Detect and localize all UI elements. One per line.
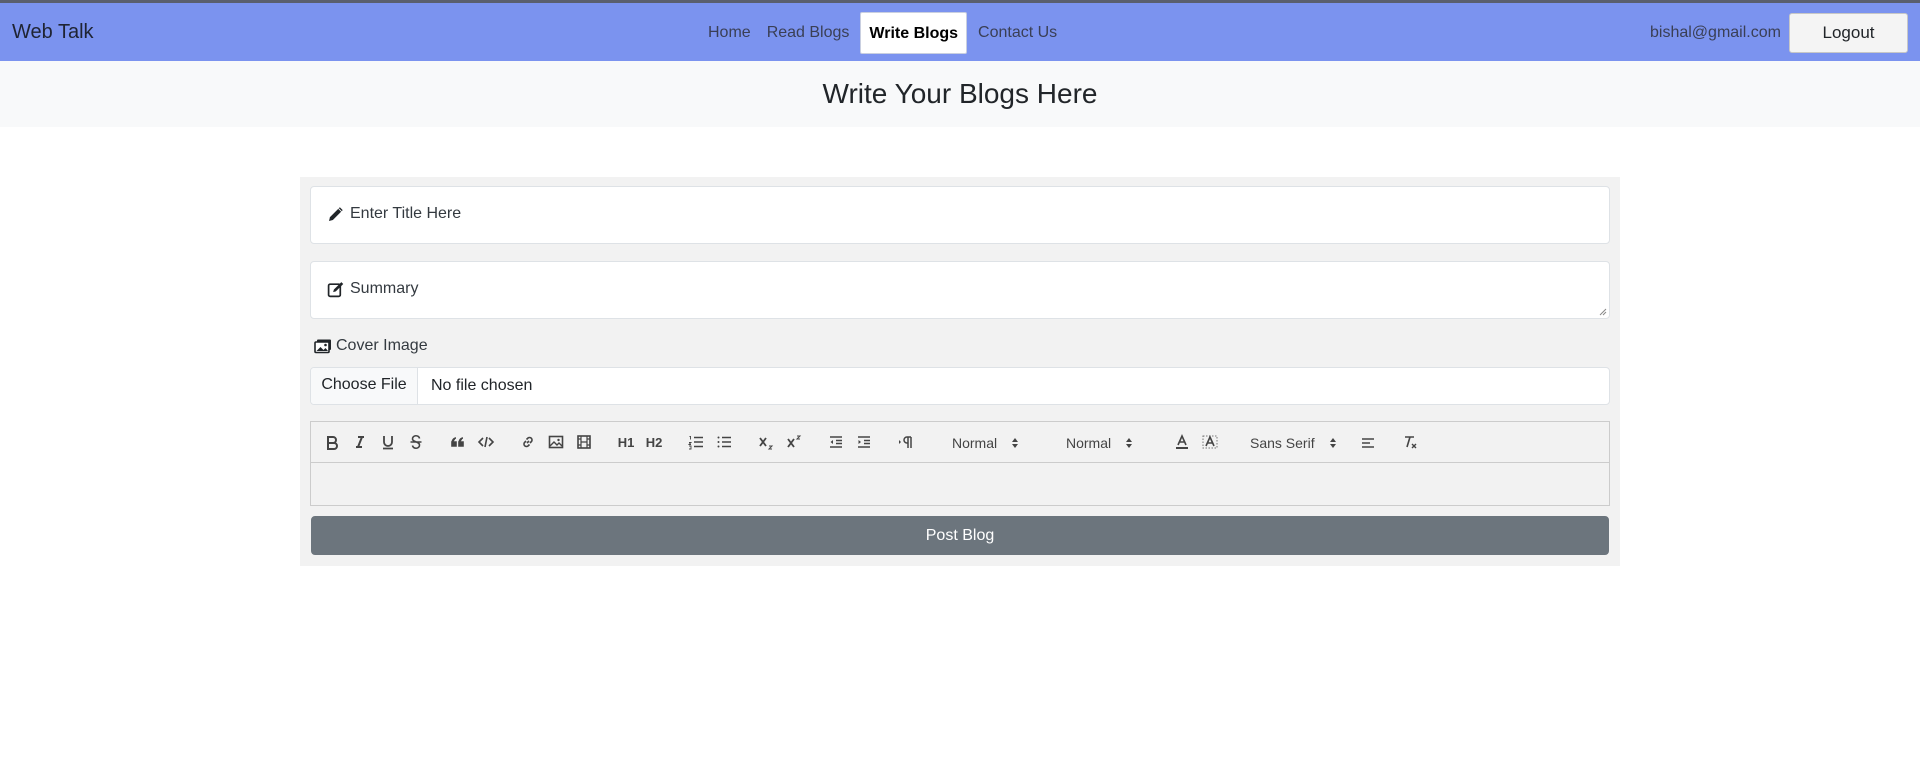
nav-link-write-blogs[interactable]: Write Blogs — [860, 12, 968, 54]
header-1-icon[interactable]: H1 — [614, 433, 638, 451]
clean-format-icon[interactable] — [1398, 433, 1422, 451]
cover-image-text: Cover Image — [336, 337, 428, 354]
bullet-list-icon[interactable] — [712, 433, 736, 451]
picker-arrows-icon — [1329, 438, 1336, 448]
picker-arrows-icon — [1012, 438, 1019, 448]
outdent-icon[interactable] — [824, 433, 848, 451]
subscript-icon[interactable] — [754, 433, 778, 451]
blog-form: Enter Title Here Summary Cover Image Cho… — [300, 177, 1620, 566]
choose-file-button[interactable]: Choose File — [311, 368, 418, 404]
title-input[interactable]: Enter Title Here — [310, 186, 1610, 244]
editor-content-area[interactable] — [311, 463, 1609, 505]
nav-link-home[interactable]: Home — [700, 12, 759, 54]
page-header: Write Your Blogs Here — [0, 61, 1920, 127]
rich-text-editor: H1 H2 Normal Normal Sans Serif — [310, 421, 1610, 506]
editor-toolbar: H1 H2 Normal Normal Sans Serif — [311, 422, 1609, 463]
cover-image-label: Cover Image — [314, 337, 428, 355]
link-icon[interactable] — [516, 433, 540, 451]
indent-icon[interactable] — [852, 433, 876, 451]
brand-logo[interactable]: Web Talk — [12, 21, 94, 44]
underline-icon[interactable] — [376, 433, 400, 451]
size-picker[interactable]: Normal — [1066, 434, 1133, 452]
page-title: Write Your Blogs Here — [822, 78, 1098, 109]
superscript-icon[interactable] — [782, 433, 806, 451]
text-direction-icon[interactable] — [894, 433, 918, 451]
header-picker[interactable]: Normal — [952, 434, 1019, 452]
images-icon — [314, 338, 331, 355]
resize-grip-icon[interactable] — [1599, 308, 1607, 316]
background-color-icon[interactable] — [1198, 433, 1222, 451]
post-blog-button[interactable]: Post Blog — [311, 516, 1609, 555]
header-2-icon[interactable]: H2 — [642, 433, 666, 451]
bold-icon[interactable] — [320, 433, 344, 451]
font-picker[interactable]: Sans Serif — [1250, 434, 1337, 452]
summary-placeholder: Summary — [350, 280, 419, 297]
summary-textarea[interactable]: Summary — [310, 261, 1610, 319]
file-status: No file chosen — [431, 377, 533, 394]
strike-icon[interactable] — [404, 433, 428, 451]
video-icon[interactable] — [572, 433, 596, 451]
align-icon[interactable] — [1356, 433, 1380, 451]
navbar: Web Talk Home Read Blogs Write Blogs Con… — [0, 0, 1920, 61]
nav-link-read-blogs[interactable]: Read Blogs — [759, 12, 858, 54]
title-placeholder: Enter Title Here — [350, 205, 462, 222]
logout-button[interactable]: Logout — [1789, 13, 1908, 53]
pencil-icon — [327, 206, 344, 223]
nav-link-contact-us[interactable]: Contact Us — [970, 12, 1065, 54]
user-email: bishal@gmail.com — [1650, 24, 1781, 41]
italic-icon[interactable] — [348, 433, 372, 451]
edit-square-icon — [327, 281, 344, 298]
text-color-icon[interactable] — [1170, 433, 1194, 451]
image-icon[interactable] — [544, 433, 568, 451]
ordered-list-icon[interactable] — [684, 433, 708, 451]
cover-image-file-input[interactable]: Choose File No file chosen — [310, 367, 1610, 405]
blockquote-icon[interactable] — [446, 433, 470, 451]
picker-arrows-icon — [1126, 438, 1133, 448]
nav-links: Home Read Blogs Write Blogs Contact Us — [700, 12, 1065, 54]
code-block-icon[interactable] — [474, 433, 498, 451]
